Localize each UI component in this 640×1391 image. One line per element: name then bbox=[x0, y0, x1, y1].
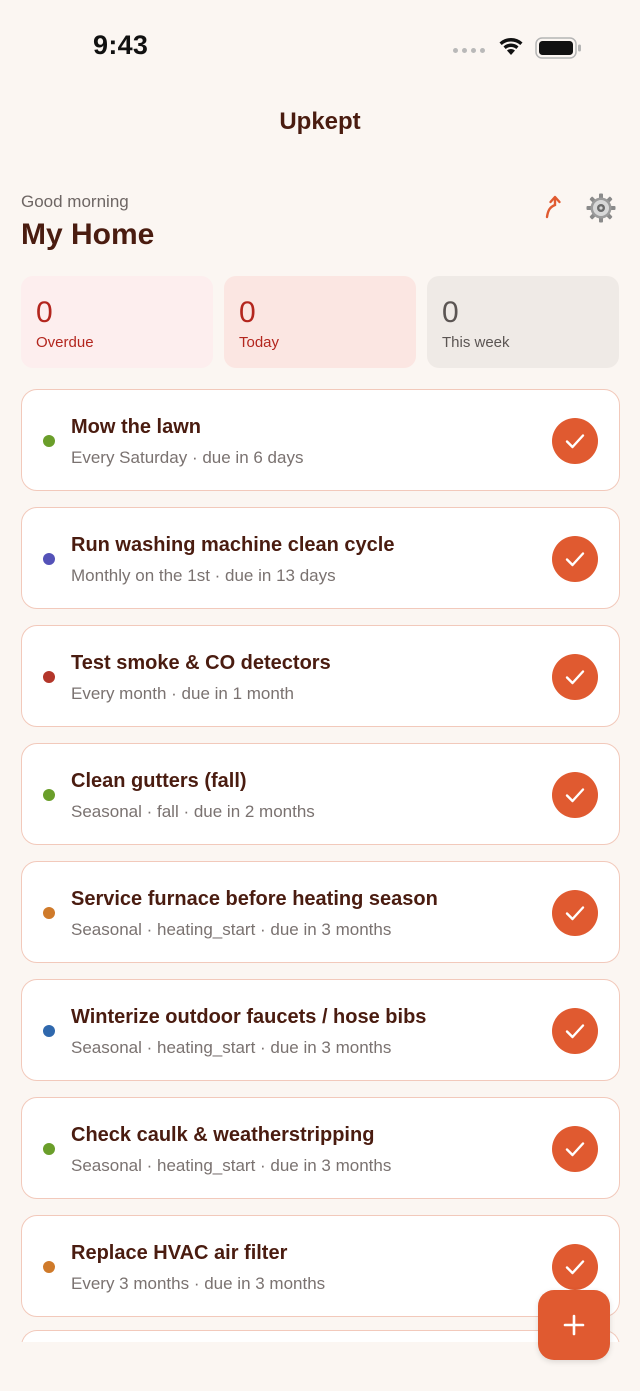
checkmark-icon bbox=[565, 670, 585, 685]
stat-week-value: 0 bbox=[442, 296, 459, 329]
complete-task-button[interactable] bbox=[552, 1008, 598, 1054]
task-category-dot bbox=[43, 435, 55, 447]
plus-icon bbox=[563, 1314, 585, 1336]
task-schedule: Every month · due in 1 month bbox=[71, 684, 295, 703]
task-card[interactable]: Winterize outdoor faucets / hose bibs Sea… bbox=[21, 979, 620, 1081]
checkmark-icon bbox=[565, 1260, 585, 1275]
complete-task-button[interactable] bbox=[552, 654, 598, 700]
task-category-dot bbox=[43, 1261, 55, 1273]
task-title: Service furnace before heating season bbox=[71, 888, 438, 910]
complete-task-button[interactable] bbox=[552, 1244, 598, 1290]
stat-card-today[interactable]: 0 Today bbox=[224, 276, 416, 368]
checkmark-icon bbox=[565, 906, 585, 921]
task-card[interactable]: Replace HVAC air filter Every 3 months · … bbox=[21, 1215, 620, 1317]
stat-card-this-week[interactable]: 0 This week bbox=[427, 276, 619, 368]
stat-card-overdue[interactable]: 0 Overdue bbox=[21, 276, 213, 368]
task-card[interactable]: Mow the lawn Every Saturday · due in 6 da… bbox=[21, 389, 620, 491]
task-card[interactable]: Test smoke & CO detectors Every month · d… bbox=[21, 625, 620, 727]
task-category-dot bbox=[43, 789, 55, 801]
task-schedule: Every Saturday · due in 6 days bbox=[71, 448, 304, 467]
cellular-signal-icon bbox=[453, 48, 485, 53]
task-category-dot bbox=[43, 907, 55, 919]
complete-task-button[interactable] bbox=[552, 1126, 598, 1172]
task-title: Winterize outdoor faucets / hose bibs bbox=[71, 1006, 427, 1028]
share-icon[interactable] bbox=[540, 193, 568, 221]
add-task-button[interactable] bbox=[538, 1290, 610, 1360]
home-title[interactable]: My Home bbox=[21, 218, 154, 252]
checkmark-icon bbox=[565, 788, 585, 803]
task-category-dot bbox=[43, 1143, 55, 1155]
task-card[interactable]: Clean gutters (fall) Seasonal · fall · du… bbox=[21, 743, 620, 845]
task-card[interactable]: Run washing machine clean cycle Monthly o… bbox=[21, 507, 620, 609]
checkmark-icon bbox=[565, 552, 585, 567]
checkmark-icon bbox=[565, 1024, 585, 1039]
app-title: Upkept bbox=[279, 108, 361, 135]
task-title: Clean gutters (fall) bbox=[71, 770, 247, 792]
checkmark-icon bbox=[565, 434, 585, 449]
complete-task-button[interactable] bbox=[552, 890, 598, 936]
task-schedule: Seasonal · heating_start · due in 3 mont… bbox=[71, 1038, 392, 1057]
stat-week-label: This week bbox=[442, 334, 510, 351]
task-card[interactable]: Service furnace before heating season Sea… bbox=[21, 861, 620, 963]
status-bar: 9:43 bbox=[0, 0, 640, 95]
task-title: Mow the lawn bbox=[71, 416, 201, 438]
task-card[interactable]: Check caulk & weatherstripping Seasonal ·… bbox=[21, 1097, 620, 1199]
complete-task-button[interactable] bbox=[552, 536, 598, 582]
task-category-dot bbox=[43, 671, 55, 683]
checkmark-icon bbox=[565, 1142, 585, 1157]
stat-today-label: Today bbox=[239, 334, 280, 351]
stat-today-value: 0 bbox=[239, 296, 256, 329]
battery-icon bbox=[535, 37, 581, 59]
task-category-dot bbox=[43, 1025, 55, 1037]
stat-overdue-label: Overdue bbox=[36, 334, 94, 351]
greeting-text: Good morning bbox=[21, 192, 129, 211]
stat-overdue-value: 0 bbox=[36, 296, 53, 329]
task-schedule: Seasonal · heating_start · due in 3 mont… bbox=[71, 920, 392, 939]
task-title: Run washing machine clean cycle bbox=[71, 534, 395, 556]
task-title: Check caulk & weatherstripping bbox=[71, 1124, 375, 1146]
task-list: Mow the lawn Every Saturday · due in 6 da… bbox=[21, 389, 620, 1333]
task-schedule: Monthly on the 1st · due in 13 days bbox=[71, 566, 336, 585]
complete-task-button[interactable] bbox=[552, 772, 598, 818]
complete-task-button[interactable] bbox=[552, 418, 598, 464]
gear-icon[interactable] bbox=[585, 192, 617, 224]
wifi-icon bbox=[499, 38, 523, 55]
task-title: Test smoke & CO detectors bbox=[71, 652, 331, 674]
task-schedule: Every 3 months · due in 3 months bbox=[71, 1274, 326, 1293]
task-category-dot bbox=[43, 553, 55, 565]
task-schedule: Seasonal · fall · due in 2 months bbox=[71, 802, 315, 821]
task-schedule: Seasonal · heating_start · due in 3 mont… bbox=[71, 1156, 392, 1175]
status-time: 9:43 bbox=[93, 30, 149, 60]
task-title: Replace HVAC air filter bbox=[71, 1242, 288, 1264]
